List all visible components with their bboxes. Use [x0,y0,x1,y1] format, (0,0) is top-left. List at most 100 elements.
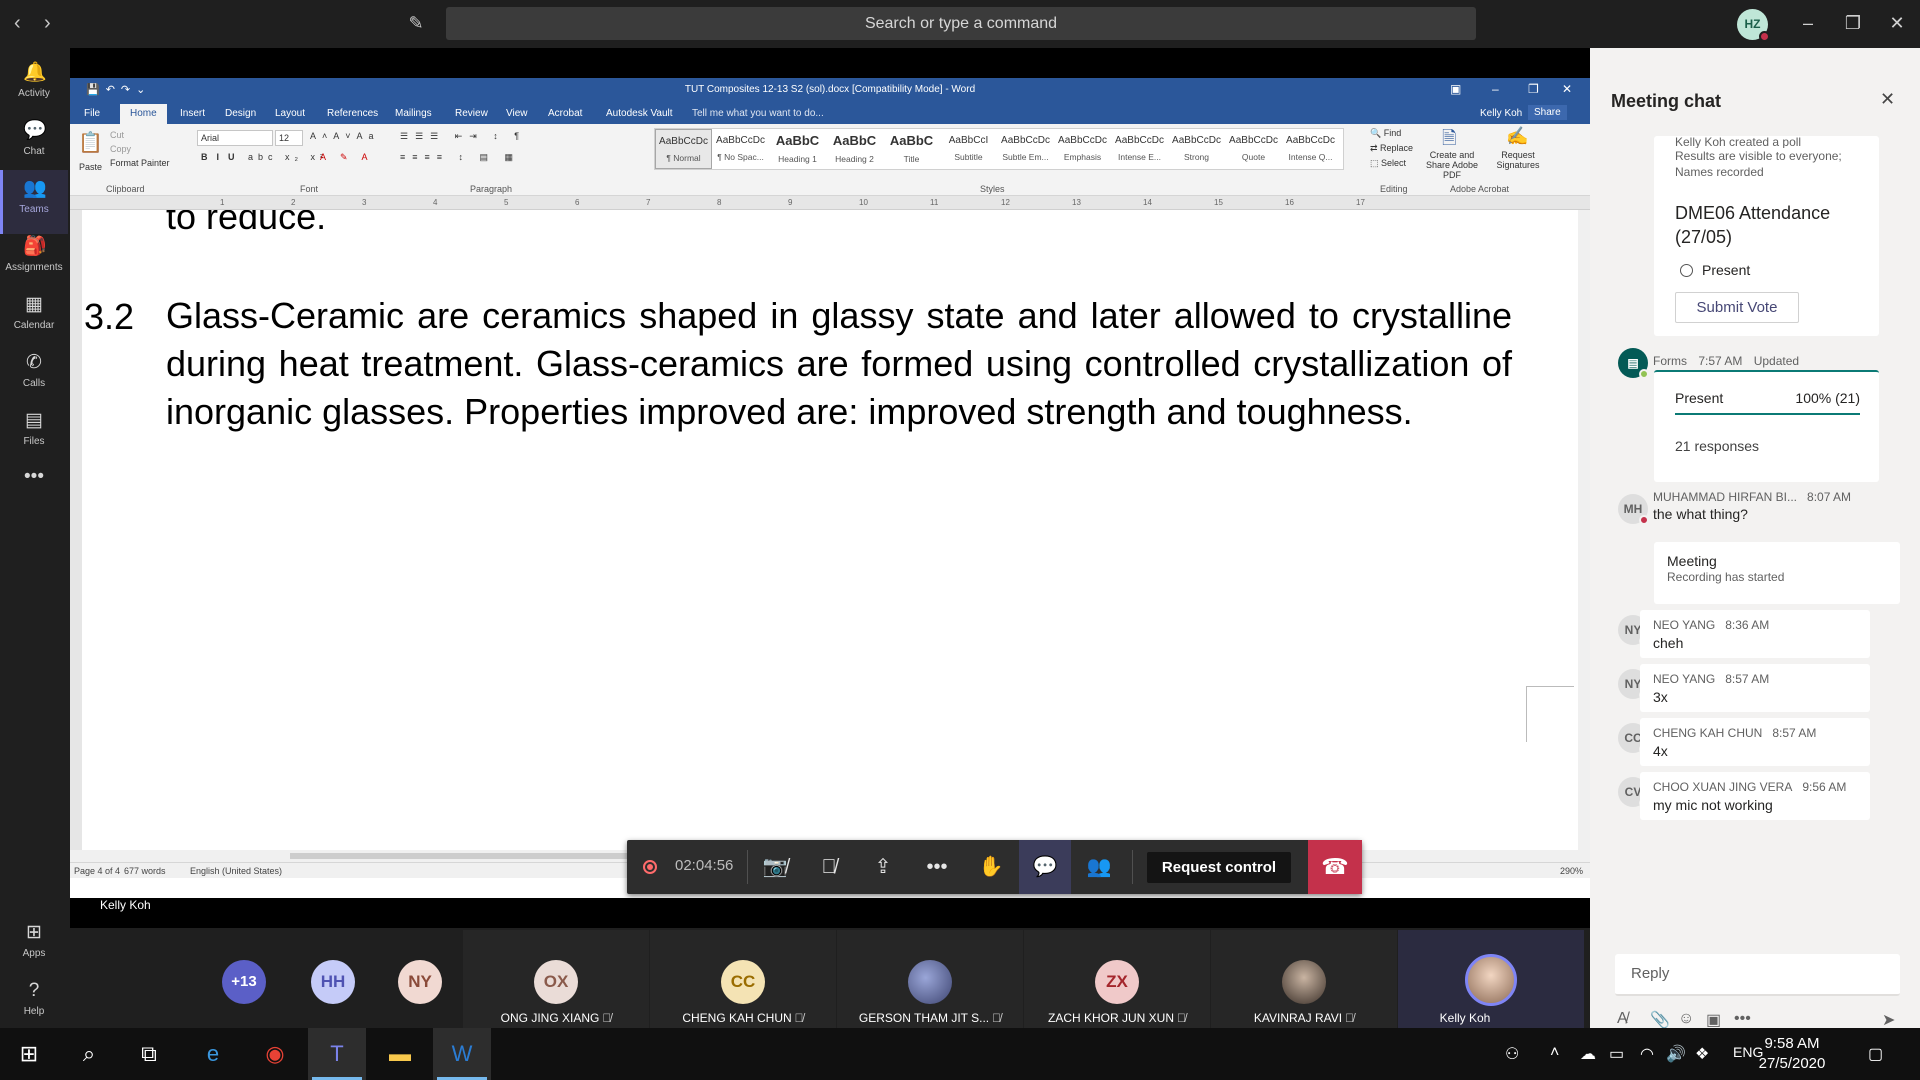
chevron-up-icon[interactable]: ˄ [1550,1044,1559,1062]
word-count[interactable]: 677 words [124,866,166,876]
font-name-select[interactable]: Arial [197,130,273,146]
more-icon[interactable]: ••• [1734,1010,1751,1028]
submit-vote-button[interactable]: Submit Vote [1675,292,1799,323]
request-control-button[interactable]: Request control [1147,852,1291,883]
back-arrow-icon[interactable]: ‹ [14,12,21,35]
page-count[interactable]: Page 4 of 4 [74,866,120,876]
rail-item-chat[interactable]: 💬 Chat [0,112,68,176]
word-minimize-icon[interactable]: – [1492,82,1499,96]
vertical-scrollbar[interactable] [1578,210,1590,850]
more-actions-button[interactable]: ••• [911,840,963,894]
chat-message[interactable]: NEO YANG 8:57 AM 3x [1640,664,1870,712]
document-page[interactable]: to reduce. 3.2 Glass-Ceramic are ceramic… [84,210,1574,850]
tab-review[interactable]: Review [455,108,488,119]
rail-item-teams[interactable]: 👥 Teams [0,170,68,234]
restore-icon[interactable]: ❐ [1838,10,1868,36]
participant-avatar[interactable]: HH [311,960,355,1004]
rail-item-assignments[interactable]: 🎒 Assignments [0,228,68,292]
chat-message[interactable]: CHENG KAH CHUN 8:57 AM 4x [1640,718,1870,766]
style-option[interactable]: AaBbC Title [883,129,940,169]
alignment-buttons[interactable]: ≡≡≡≡ ↕ ▤ ▦ [400,152,520,163]
word-close-icon[interactable]: ✕ [1562,82,1572,96]
language-status[interactable]: English (United States) [190,866,282,876]
tab-layout[interactable]: Layout [275,108,305,119]
format-icon[interactable]: A̸ [1617,1010,1628,1028]
style-option[interactable]: AaBbCcDc Strong [1168,129,1225,169]
style-option[interactable]: AaBbCcDc ¶ Normal [655,129,712,169]
tab-mailings[interactable]: Mailings [395,108,432,119]
sticker-icon[interactable]: ▣ [1706,1010,1721,1030]
teams-taskbar-button[interactable]: T [308,1028,366,1080]
rail-item-calendar[interactable]: ▦ Calendar [0,286,68,350]
paste-button[interactable]: Paste [79,162,102,172]
participant-tile[interactable]: GERSON THAM JIT S... 🎙̸ [837,930,1023,1028]
find-button[interactable]: 🔍 Find [1370,128,1401,139]
show-participants-button[interactable]: 👥 [1073,840,1125,894]
chat-message[interactable]: CHOO XUAN JING VERA 9:56 AM my mic not wo… [1640,772,1870,820]
tab-references[interactable]: References [327,108,378,119]
style-option[interactable]: AaBbCcI Subtitle [940,129,997,169]
style-option[interactable]: AaBbCcDc Subtle Em... [997,129,1054,169]
attach-icon[interactable]: 📎 [1650,1010,1670,1030]
search-button[interactable]: ⌕ [60,1028,118,1080]
style-option[interactable]: AaBbCcDc Intense Q... [1282,129,1339,169]
share-screen-button[interactable]: ⇪ [857,840,909,894]
chrome-button[interactable]: ◉ [246,1028,304,1080]
volume-icon[interactable]: 🔊 [1666,1044,1686,1064]
tell-me-input[interactable]: Tell me what you want to do... [692,108,824,119]
emoji-icon[interactable]: ☺ [1678,1010,1694,1028]
tab-view[interactable]: View [506,108,528,119]
show-conversation-button[interactable]: 💬 [1019,840,1071,894]
compose-icon[interactable]: ✎ [403,10,429,36]
tab-acrobat[interactable]: Acrobat [548,108,582,119]
chat-message[interactable]: NEO YANG 8:36 AM cheh [1640,610,1870,658]
camera-off-button[interactable]: 📷̸ [749,840,801,894]
raise-hand-button[interactable]: ✋ [965,840,1017,894]
mute-button[interactable]: 🎙̸ [803,840,855,894]
style-option[interactable]: AaBbCcDc Intense E... [1111,129,1168,169]
notifications-icon[interactable]: ▢ [1868,1044,1883,1064]
participant-tile-speaking[interactable]: Kelly Koh [1398,930,1584,1028]
zoom-level[interactable]: 290% [1560,866,1583,876]
participant-tile[interactable]: ZX ZACH KHOR JUN XUN 🎙̸ [1024,930,1210,1028]
word-share-button[interactable]: Share [1528,105,1567,120]
more-apps-button[interactable]: ••• [0,458,68,498]
reply-input[interactable]: Reply [1615,954,1900,996]
participant-avatar[interactable]: NY [398,960,442,1004]
start-button[interactable]: ⊞ [0,1028,58,1080]
list-buttons[interactable]: ☰☰☰ ⇤⇥ ↕ ¶ [400,131,526,142]
word-user-name[interactable]: Kelly Koh [1480,108,1522,119]
style-option[interactable]: AaBbC Heading 1 [769,129,826,169]
style-option[interactable]: AaBbCcDc Emphasis [1054,129,1111,169]
word-restore-icon[interactable]: ❐ [1528,82,1539,96]
chat-message[interactable]: MUHAMMAD HIRFAN BI... 8:07 AM the what th… [1640,488,1870,538]
tab-design[interactable]: Design [225,108,256,119]
people-icon[interactable]: ⚇ [1505,1044,1519,1064]
create-pdf-button[interactable]: Create and Share Adobe PDF [1420,150,1484,180]
format-painter-button[interactable]: Format Painter [110,158,170,168]
wifi-icon[interactable]: ◠ [1640,1044,1654,1064]
request-signatures-button[interactable]: Request Signatures [1490,150,1546,170]
dropbox-icon[interactable]: ❖ [1695,1044,1709,1064]
rail-item-activity[interactable]: 🔔 Activity [0,54,68,118]
tab-autodesk-vault[interactable]: Autodesk Vault [606,108,673,119]
word-taskbar-button[interactable]: W [433,1028,491,1080]
font-effects-buttons[interactable]: abc x₂ x² [248,152,328,162]
tab-home[interactable]: Home [120,104,167,124]
ribbon-display-icon[interactable]: ▣ [1450,82,1461,96]
battery-icon[interactable]: ▭ [1609,1044,1624,1064]
hang-up-button[interactable]: ☎ [1308,840,1362,894]
replace-button[interactable]: ⇄ Replace [1370,143,1413,154]
forward-arrow-icon[interactable]: › [44,12,51,35]
poll-option-radio[interactable] [1680,264,1693,277]
style-option[interactable]: AaBbCcDc ¶ No Spac... [712,129,769,169]
style-option[interactable]: AaBbCcDc Quote [1225,129,1282,169]
cut-button[interactable]: Cut [110,130,124,140]
onedrive-icon[interactable]: ☁ [1580,1044,1596,1064]
rail-item-calls[interactable]: ✆ Calls [0,344,68,408]
style-option[interactable]: AaBbC Heading 2 [826,129,883,169]
overflow-participants-button[interactable]: +13 [222,960,266,1004]
system-clock[interactable]: 9:58 AM 27/5/2020 [1752,1034,1832,1074]
close-icon[interactable]: ✕ [1880,89,1895,110]
rail-item-apps[interactable]: ⊞ Apps [0,914,68,978]
